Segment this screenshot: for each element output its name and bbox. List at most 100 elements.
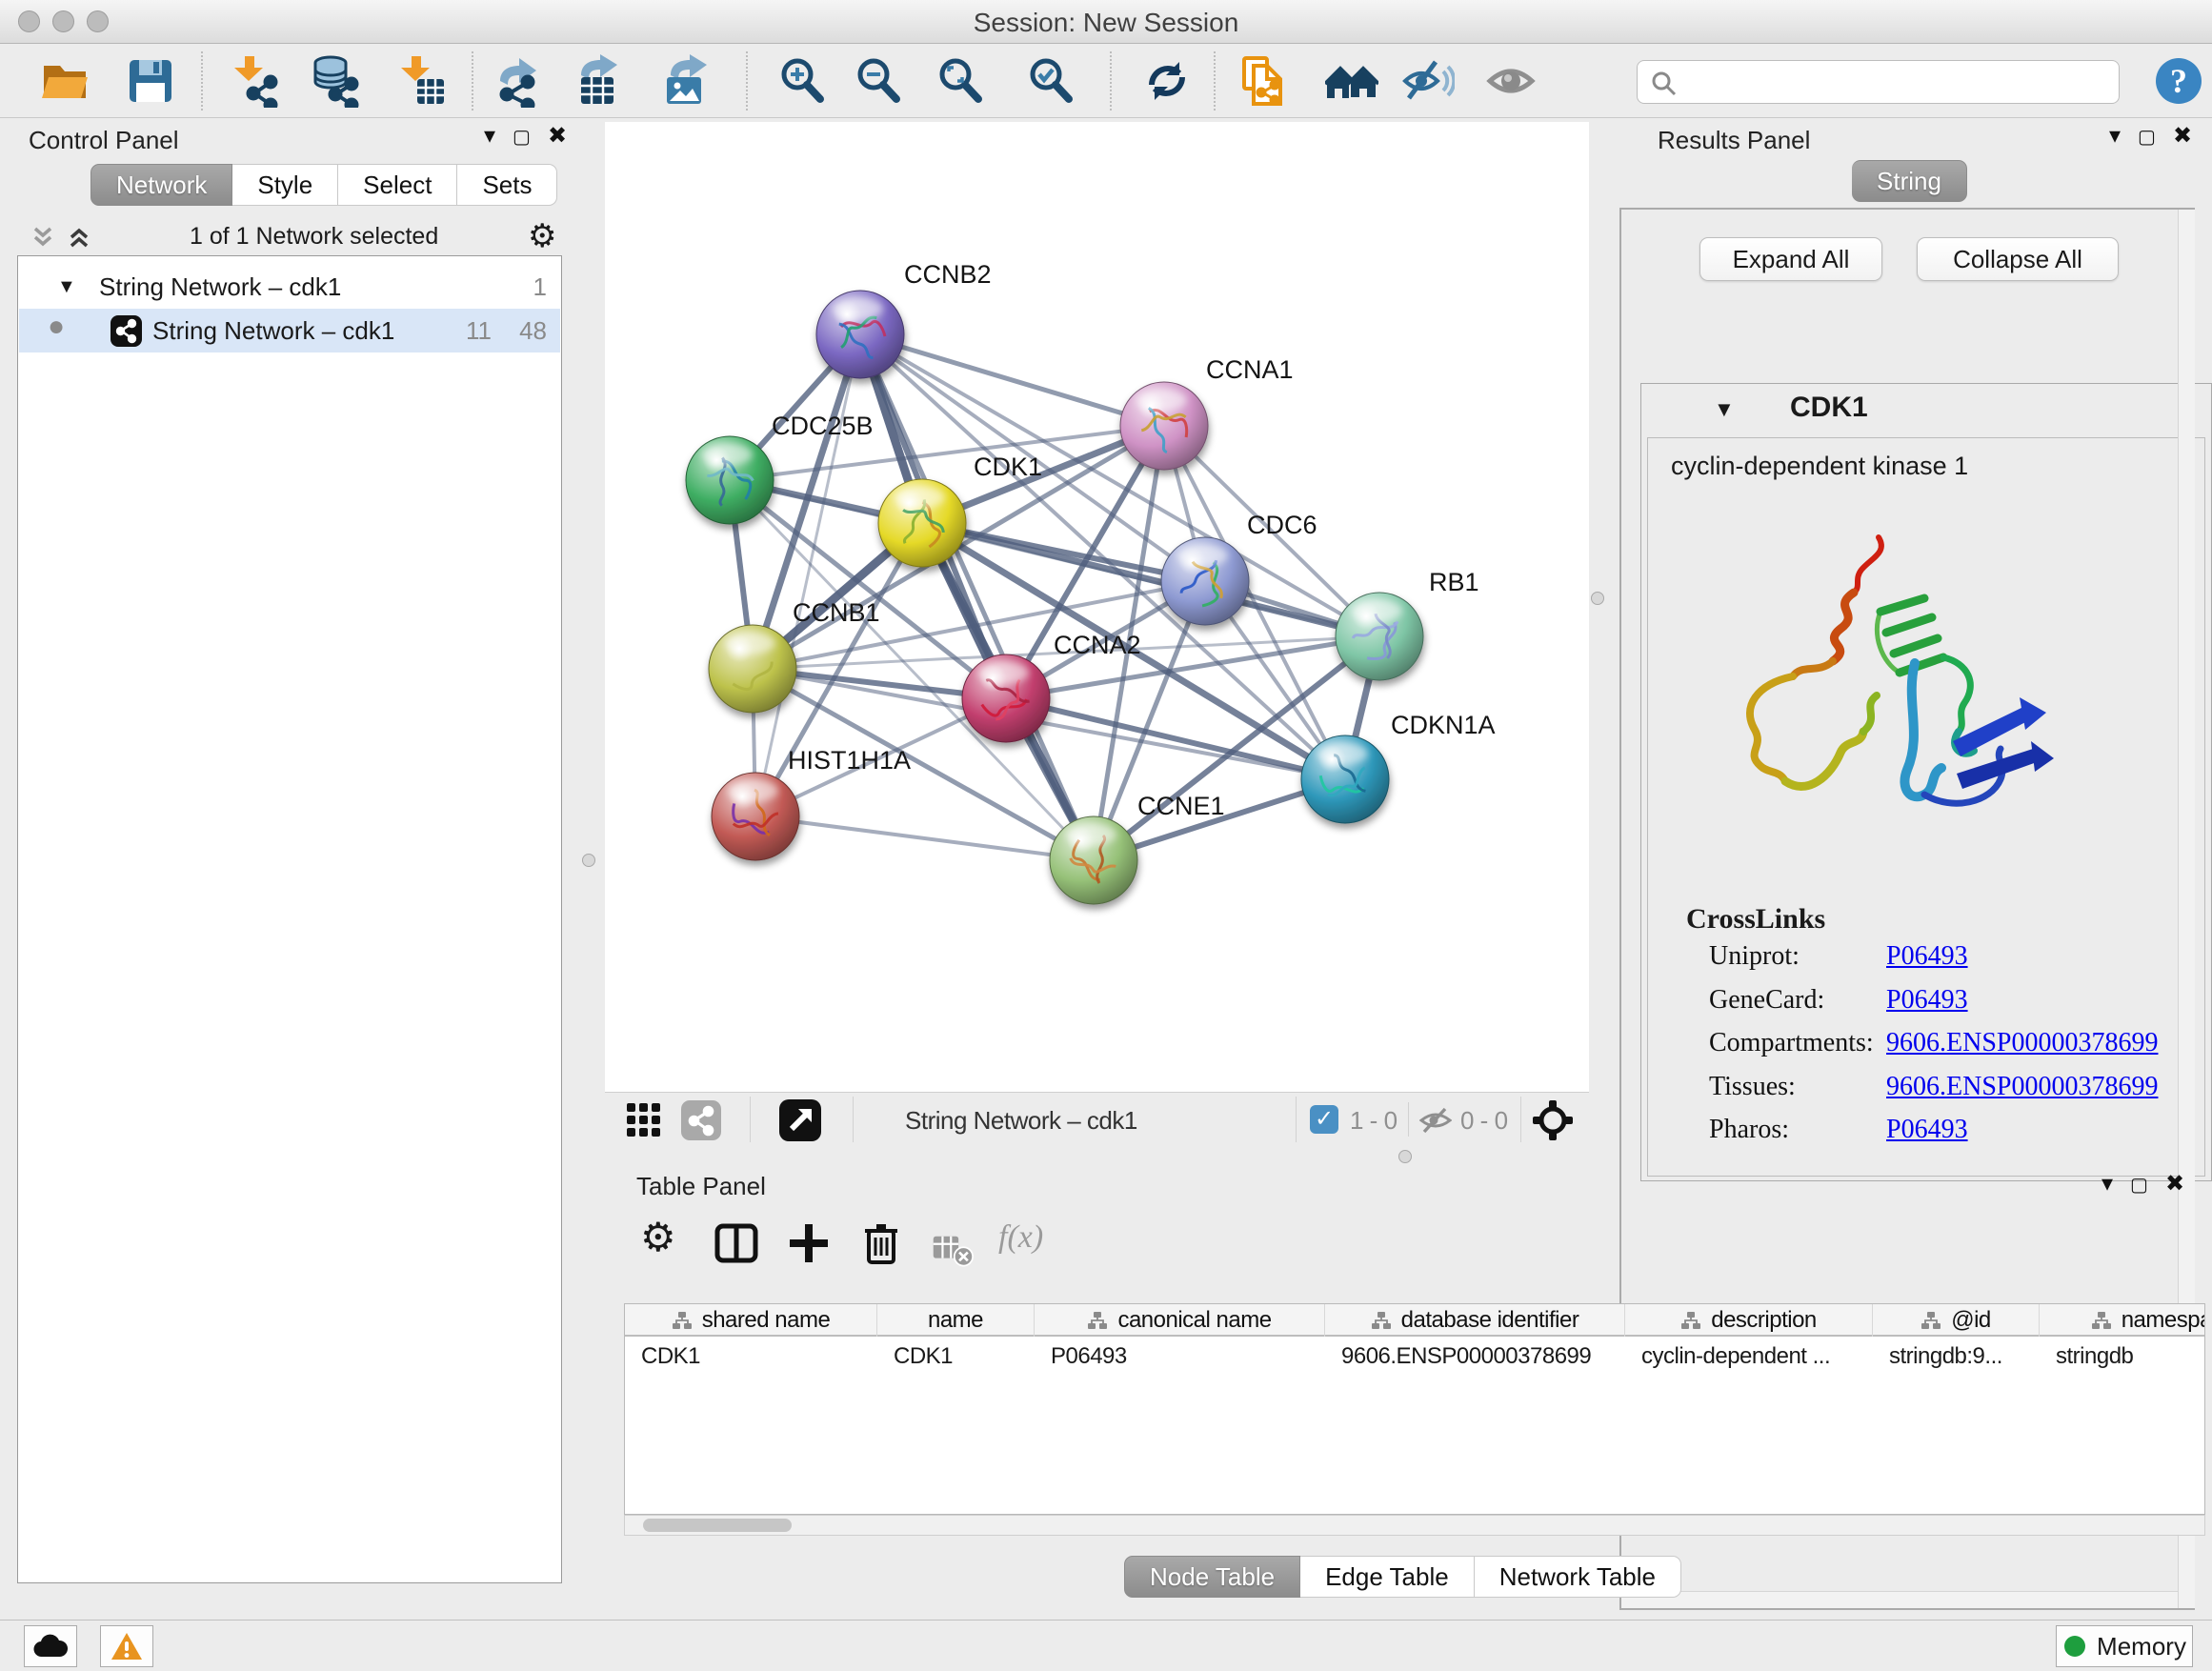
column-type-icon	[1087, 1311, 1108, 1330]
network-options-gear-icon[interactable]: ⚙	[528, 217, 556, 255]
expand-all-icon[interactable]	[65, 223, 93, 252]
panel-close-icon[interactable]: ✖	[2165, 1170, 2184, 1198]
help-icon[interactable]: ?	[2152, 54, 2205, 108]
tab-node-table[interactable]: Node Table	[1124, 1556, 1300, 1598]
open-in-window-icon[interactable]	[779, 1099, 821, 1141]
column-header-namespace[interactable]: namespace	[2040, 1304, 2205, 1337]
tab-edge-table[interactable]: Edge Table	[1300, 1556, 1475, 1598]
zoom-out-icon[interactable]	[852, 54, 905, 108]
column-header-database-identifier[interactable]: database identifier	[1325, 1304, 1625, 1337]
first-neighbors-icon[interactable]	[1325, 54, 1378, 108]
network-canvas[interactable]: CCNB2CCNA1CDC25BCDK1CDC6RB1CCNB1CCNA2CDK…	[605, 122, 1589, 1092]
warning-status-button[interactable]	[100, 1625, 153, 1667]
gene-name: CDK1	[1790, 392, 1868, 424]
tab-select[interactable]: Select	[338, 164, 457, 206]
export-table-icon[interactable]	[573, 54, 627, 108]
birdseye-view-icon[interactable]	[681, 1100, 721, 1140]
tab-network[interactable]: Network	[90, 164, 232, 206]
hidden-count-eye-icon[interactable]	[1419, 1106, 1452, 1135]
panel-float-icon[interactable]: ▢	[2138, 125, 2156, 149]
network-edge-CCNB2-CCNA1[interactable]	[860, 334, 1164, 426]
memory-button[interactable]: Memory	[2056, 1625, 2193, 1667]
import-network-database-icon[interactable]	[307, 54, 360, 108]
show-all-icon[interactable]	[1486, 54, 1539, 108]
apply-layout-icon[interactable]	[1140, 54, 1194, 108]
crosslinks-title: CrossLinks	[1686, 903, 1825, 936]
grid-view-icon[interactable]	[626, 1102, 662, 1138]
open-session-icon[interactable]	[38, 54, 91, 108]
network-edge-HIST1H1A-CCNE1[interactable]	[755, 816, 1094, 860]
network-node-CDKN1A[interactable]: CDKN1A	[1301, 711, 1496, 823]
zoom-in-icon[interactable]	[775, 54, 829, 108]
collapse-all-icon[interactable]	[29, 223, 57, 252]
table-scrollbar-thumb[interactable]	[643, 1519, 792, 1532]
crosslink-link[interactable]: P06493	[1886, 1115, 1968, 1145]
network-node-HIST1H1A[interactable]: HIST1H1A	[712, 746, 911, 860]
search-input[interactable]	[1687, 63, 2106, 101]
center-view-icon[interactable]	[1533, 1100, 1573, 1140]
zoom-selected-icon[interactable]	[1024, 54, 1077, 108]
table-cell[interactable]: CDK1	[877, 1339, 1035, 1375]
cloud-status-button[interactable]	[24, 1625, 77, 1667]
tab-string[interactable]: String	[1852, 160, 1967, 202]
tab-sets[interactable]: Sets	[457, 164, 557, 206]
network-node-RB1[interactable]: RB1	[1336, 568, 1479, 680]
gene-expander-icon[interactable]: ▼	[1714, 397, 1735, 422]
import-network-file-icon[interactable]	[226, 54, 279, 108]
panel-menu-icon[interactable]: ▾	[2109, 122, 2121, 150]
tab-style[interactable]: Style	[232, 164, 338, 206]
crosslink-link[interactable]: P06493	[1886, 985, 1968, 1016]
column-header-@id[interactable]: @id	[1873, 1304, 2040, 1337]
column-header-name[interactable]: name	[877, 1304, 1035, 1337]
collapse-all-button[interactable]: Collapse All	[1917, 237, 2119, 281]
table-panel-controls: ▾ ▢ ✖	[2084, 1170, 2184, 1198]
column-header-canonical-name[interactable]: canonical name	[1035, 1304, 1325, 1337]
add-column-icon[interactable]	[785, 1219, 833, 1267]
panel-float-icon[interactable]: ▢	[2130, 1173, 2148, 1197]
clone-network-icon[interactable]	[1238, 54, 1292, 108]
panel-close-icon[interactable]: ✖	[548, 122, 567, 150]
tab-network-table[interactable]: Network Table	[1475, 1556, 1681, 1598]
selected-count-checkbox[interactable]: ✓	[1310, 1105, 1338, 1134]
table-cell[interactable]: 9606.ENSP00000378699	[1325, 1339, 1625, 1375]
node-label: CCNB1	[793, 598, 880, 627]
network-node-CCNB1[interactable]: CCNB1	[709, 598, 880, 713]
network-edge-CCNB2-CCNE1[interactable]	[860, 334, 1094, 860]
table-settings-gear-icon[interactable]: ⚙	[640, 1214, 688, 1261]
left-splitter-grip[interactable]	[582, 854, 595, 867]
crosslink-link[interactable]: 9606.ENSP00000378699	[1886, 1072, 2158, 1102]
table-cell[interactable]: cyclin-dependent ...	[1625, 1339, 1873, 1375]
hide-selected-icon[interactable]	[1401, 54, 1455, 108]
network-node-CCNA1[interactable]: CCNA1	[1120, 355, 1294, 470]
function-builder-icon[interactable]: f(x)	[998, 1219, 1046, 1267]
table-row[interactable]: CDK1CDK1P064939606.ENSP00000378699cyclin…	[625, 1339, 2205, 1375]
tree-expander-icon[interactable]: ▼	[57, 265, 76, 309]
export-network-icon[interactable]	[493, 54, 546, 108]
show-columns-icon[interactable]	[713, 1219, 760, 1267]
crosslink-link[interactable]: 9606.ENSP00000378699	[1886, 1028, 2158, 1058]
right-splitter-grip[interactable]	[1591, 592, 1604, 605]
column-type-icon	[1680, 1311, 1701, 1330]
panel-menu-icon[interactable]: ▾	[484, 122, 495, 150]
table-cell[interactable]: P06493	[1035, 1339, 1325, 1375]
column-header-description[interactable]: description	[1625, 1304, 1873, 1337]
panel-float-icon[interactable]: ▢	[513, 125, 531, 149]
table-cell[interactable]: stringdb:9...	[1873, 1339, 2040, 1375]
panel-menu-icon[interactable]: ▾	[2101, 1170, 2113, 1198]
network-collection-row[interactable]: ▼ String Network – cdk1 1	[19, 265, 560, 309]
delete-column-icon[interactable]	[857, 1219, 905, 1267]
delete-table-icon[interactable]	[932, 1225, 974, 1273]
import-table-icon[interactable]	[392, 54, 446, 108]
zoom-fit-icon[interactable]	[934, 54, 987, 108]
network-edge-CCNB2-HIST1H1A[interactable]	[755, 334, 860, 816]
panel-close-icon[interactable]: ✖	[2173, 122, 2192, 150]
crosslink-link[interactable]: P06493	[1886, 941, 1968, 972]
column-header-shared-name[interactable]: shared name	[625, 1304, 877, 1337]
bottom-splitter-grip[interactable]	[1398, 1150, 1412, 1163]
table-cell[interactable]: stringdb	[2040, 1339, 2205, 1375]
network-row[interactable]: ● String Network – cdk1 11 48	[19, 309, 560, 352]
table-cell[interactable]: CDK1	[625, 1339, 877, 1375]
expand-all-button[interactable]: Expand All	[1699, 237, 1882, 281]
save-session-icon[interactable]	[124, 54, 177, 108]
export-image-icon[interactable]	[659, 54, 713, 108]
